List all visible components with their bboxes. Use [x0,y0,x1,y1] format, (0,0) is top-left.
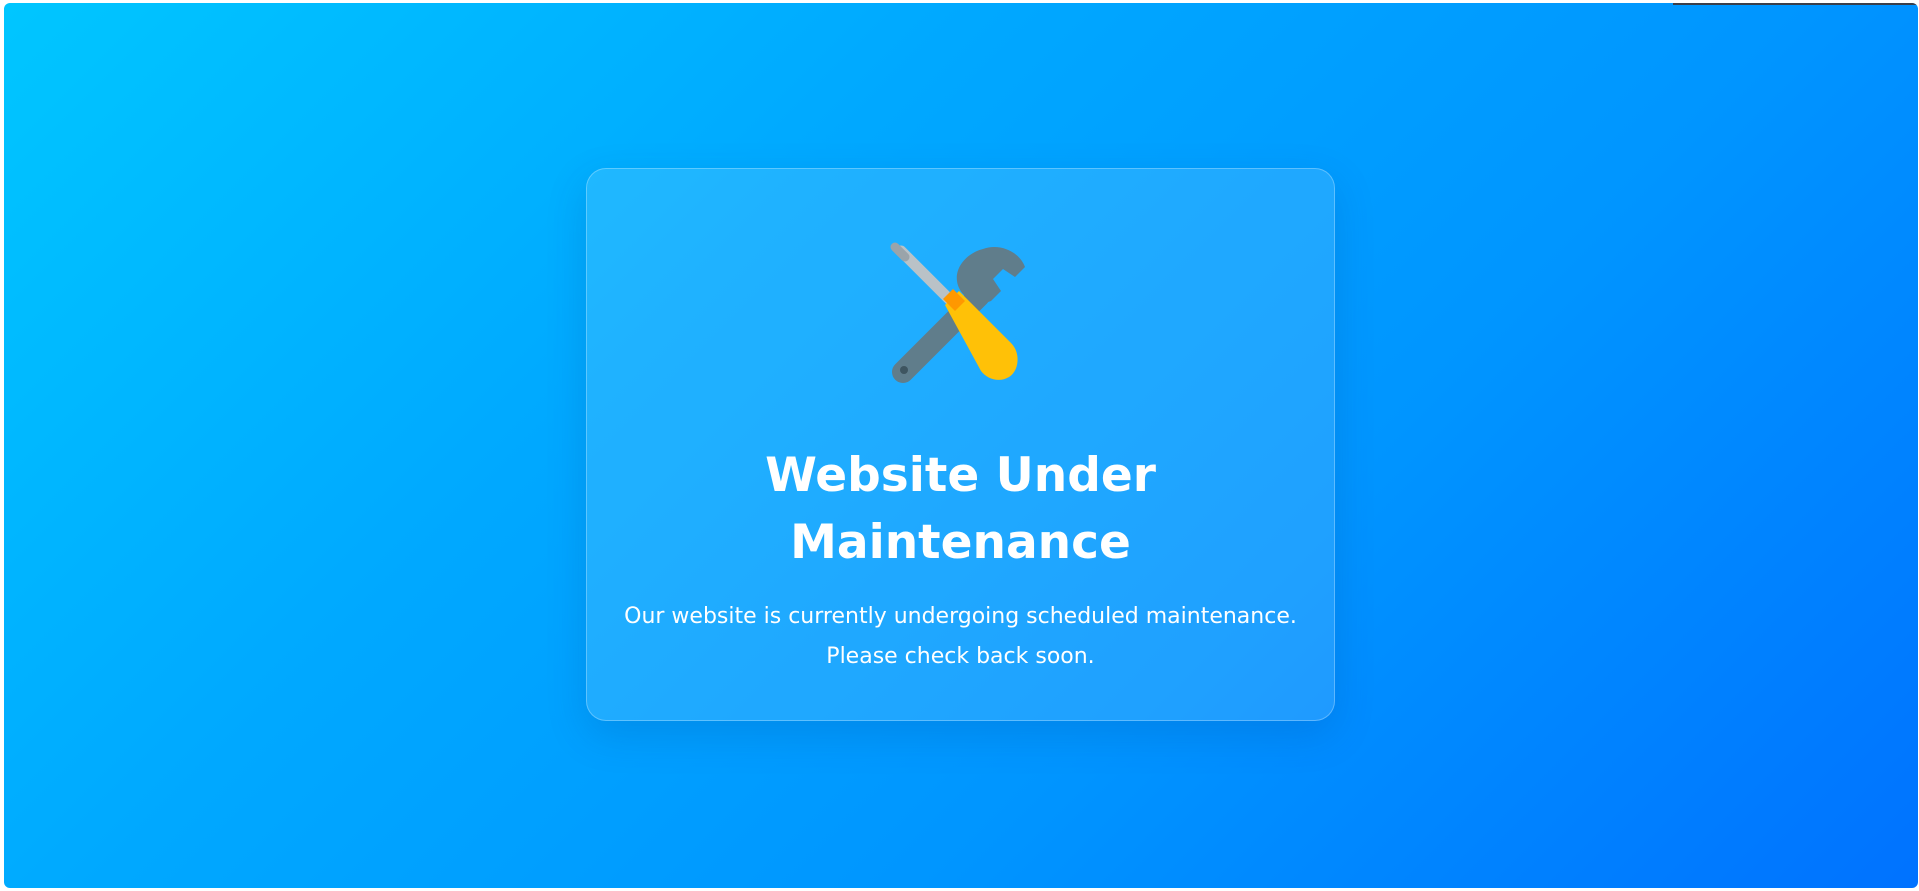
maintenance-card: Website Under Maintenance Our website is… [586,168,1335,721]
tools-icon [887,239,1037,389]
window-edge-line [1673,3,1918,5]
message-line-2: Please check back soon. [826,644,1095,669]
message-line-1: Our website is currently undergoing sche… [624,604,1297,629]
title-line-1: Website Under [765,448,1156,503]
title-line-2: Maintenance [790,515,1131,570]
tools-icon-graphic [890,242,1025,383]
maintenance-message: Our website is currently undergoing sche… [587,597,1334,677]
maintenance-page: Website Under Maintenance Our website is… [4,3,1918,888]
page-title: Website Under Maintenance [587,442,1334,576]
